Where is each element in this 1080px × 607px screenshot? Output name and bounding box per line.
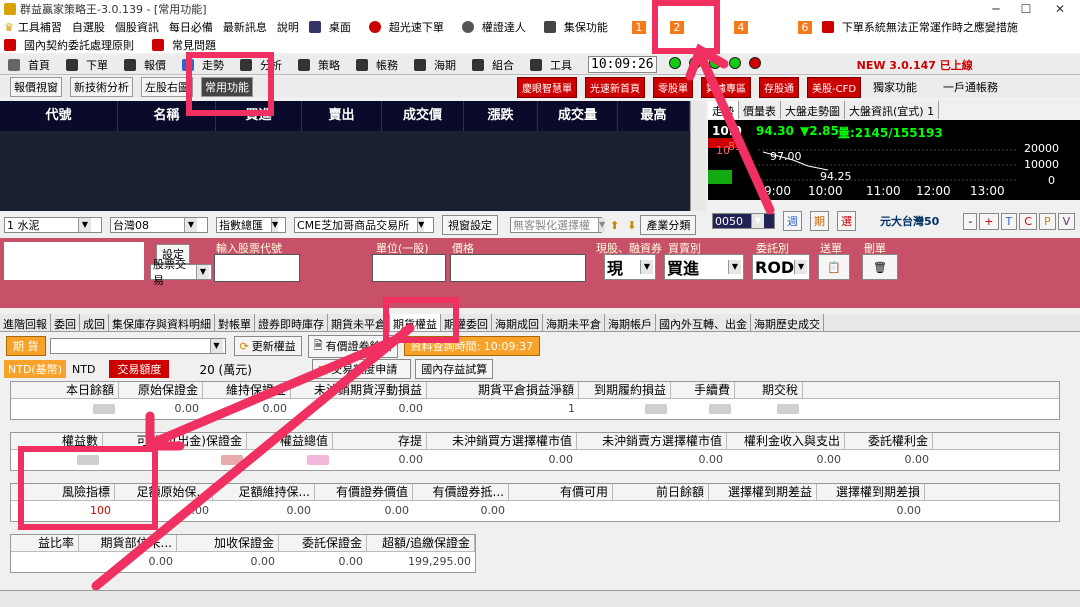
annotation-arrows <box>91 43 775 591</box>
status-bar <box>0 590 1080 607</box>
